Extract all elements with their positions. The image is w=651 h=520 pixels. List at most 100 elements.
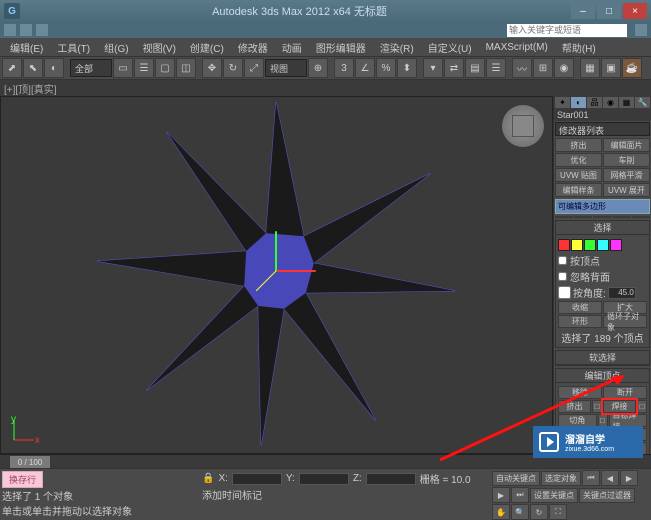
mod-btn-meshsmooth[interactable]: 网格平滑 (603, 168, 650, 182)
tb-unlink[interactable]: ⬉ (23, 58, 43, 78)
lock-icon[interactable]: 🔒 (202, 473, 214, 484)
check-by-angle[interactable] (558, 286, 571, 299)
coord-x[interactable] (232, 473, 282, 485)
nav-pan[interactable]: ✋ (492, 504, 510, 520)
rollout-selection-head[interactable]: 选择 (556, 221, 649, 235)
maximize-button[interactable]: □ (597, 3, 621, 19)
subobj-edge[interactable] (571, 239, 583, 251)
viewport[interactable]: xy (0, 96, 553, 454)
btn-extrude-settings[interactable]: □ (592, 400, 602, 413)
tb-window-crossing[interactable]: ◫ (176, 58, 196, 78)
tb-named-sel[interactable]: ▾ (423, 58, 443, 78)
mod-btn-lathe[interactable]: 车削 (603, 153, 650, 167)
btn-loop[interactable]: 循环子对象 (603, 315, 647, 328)
redo-icon[interactable] (36, 24, 48, 36)
mod-btn-uvwmap[interactable]: UVW 贴图 (555, 168, 602, 182)
menu-graph[interactable]: 图形编辑器 (310, 39, 372, 56)
nav-max[interactable]: ⛶ (549, 504, 567, 520)
check-by-vertex[interactable] (558, 256, 567, 265)
tb-render[interactable]: ☕ (622, 58, 642, 78)
app-logo[interactable]: G (4, 3, 20, 19)
tab-motion[interactable]: ◉ (603, 97, 618, 108)
btn-shrink[interactable]: 收缩 (558, 301, 602, 314)
tab-create[interactable]: ✦ (555, 97, 570, 108)
subobj-polygon[interactable] (597, 239, 609, 251)
btn-weld[interactable]: 焊接 (603, 400, 636, 413)
modifier-stack[interactable]: 可编辑多边形 (555, 199, 650, 214)
prev-frame[interactable]: ◀ (601, 470, 619, 486)
tb-pivot[interactable]: ⊕ (308, 58, 328, 78)
subobj-element[interactable] (610, 239, 622, 251)
object-name-field[interactable]: Star001 (554, 109, 651, 121)
search-input[interactable] (507, 24, 627, 37)
tb-select-name[interactable]: ☰ (134, 58, 154, 78)
tb-render-setup[interactable]: ▦ (580, 58, 600, 78)
mod-btn-editpatch[interactable]: 编辑面片 (603, 138, 650, 152)
menu-edit[interactable]: 编辑(E) (4, 39, 49, 56)
menu-animation[interactable]: 动画 (276, 39, 308, 56)
auto-key-button[interactable]: 自动关键点 (492, 471, 540, 486)
time-slider[interactable]: 0 / 100 (10, 456, 50, 468)
key-filter-button[interactable]: 关键点过滤器 (579, 488, 635, 503)
tb-render-frame[interactable]: ▣ (601, 58, 621, 78)
tb-rotate[interactable]: ↻ (223, 58, 243, 78)
tb-select[interactable]: ▭ (113, 58, 133, 78)
menu-maxscript[interactable]: MAXScript(M) (480, 41, 554, 54)
tb-mirror[interactable]: ⇄ (444, 58, 464, 78)
viewport-label[interactable]: [+][顶][真实] (4, 81, 57, 96)
tb-spinner-snap[interactable]: ⬍ (397, 58, 417, 78)
btn-ring[interactable]: 环形 (558, 315, 602, 328)
tab-display[interactable]: ▦ (619, 97, 634, 108)
rollout-edit-head[interactable]: 编辑顶点 (556, 369, 649, 383)
mod-btn-optimize[interactable]: 优化 (555, 153, 602, 167)
tb-schematic[interactable]: ⊞ (533, 58, 553, 78)
tb-scale[interactable]: ⤢ (244, 58, 264, 78)
tb-select-region[interactable]: ▢ (155, 58, 175, 78)
nav-orbit[interactable]: ↻ (530, 504, 548, 520)
tab-utilities[interactable]: 🔧 (635, 97, 650, 108)
mod-btn-uvwunwrap[interactable]: UVW 展开 (603, 183, 650, 197)
mod-btn-editspline[interactable]: 编辑样条 (555, 183, 602, 197)
ref-coord-system[interactable]: 视图 (265, 59, 307, 77)
btn-break[interactable]: 断开 (603, 386, 647, 399)
check-ignore-back[interactable] (558, 272, 567, 281)
next-frame[interactable]: ▶ (492, 487, 510, 503)
menu-tools[interactable]: 工具(T) (51, 39, 96, 56)
stack-pin[interactable] (555, 216, 573, 218)
tb-percent-snap[interactable]: % (376, 58, 396, 78)
viewcube[interactable] (502, 105, 544, 147)
goto-end[interactable]: ⏭ (511, 487, 529, 503)
tb-align[interactable]: ▤ (465, 58, 485, 78)
tb-move[interactable]: ✥ (202, 58, 222, 78)
tb-select-link[interactable]: ⬈ (2, 58, 22, 78)
search-icon[interactable] (635, 24, 647, 36)
menu-create[interactable]: 创建(C) (184, 39, 230, 56)
menu-modifiers[interactable]: 修改器 (232, 39, 274, 56)
subobj-border[interactable] (584, 239, 596, 251)
close-button[interactable]: × (623, 3, 647, 19)
stack-configure[interactable] (632, 216, 650, 218)
angle-spinner[interactable] (608, 287, 636, 299)
menu-view[interactable]: 视图(V) (137, 39, 182, 56)
tb-snap[interactable]: 3 (334, 58, 354, 78)
coord-z[interactable] (366, 473, 416, 485)
selected-filter[interactable]: 选定对象 (541, 471, 581, 486)
tb-layers[interactable]: ☰ (486, 58, 506, 78)
modifier-list-dropdown[interactable]: 修改器列表 (555, 122, 650, 136)
selection-filter[interactable]: 全部 (70, 59, 112, 77)
set-key-button[interactable]: 设置关键点 (530, 488, 578, 503)
tb-bind[interactable]: ◐ (44, 58, 64, 78)
menu-render[interactable]: 渲染(R) (374, 39, 420, 56)
tab-modify[interactable]: ◐ (571, 97, 586, 108)
tab-hierarchy[interactable]: 品 (587, 97, 602, 108)
minimize-button[interactable]: – (571, 3, 595, 19)
mod-btn-extrude[interactable]: 挤出 (555, 138, 602, 152)
tb-angle-snap[interactable]: ∠ (355, 58, 375, 78)
btn-extrude-v[interactable]: 挤出 (558, 400, 591, 413)
rollout-soft-head[interactable]: 软选择 (556, 351, 649, 365)
qat-icon[interactable] (4, 24, 16, 36)
coord-y[interactable] (299, 473, 349, 485)
stack-remove[interactable] (613, 216, 631, 218)
nav-zoom[interactable]: 🔍 (511, 504, 529, 520)
subobj-vertex[interactable] (558, 239, 570, 251)
